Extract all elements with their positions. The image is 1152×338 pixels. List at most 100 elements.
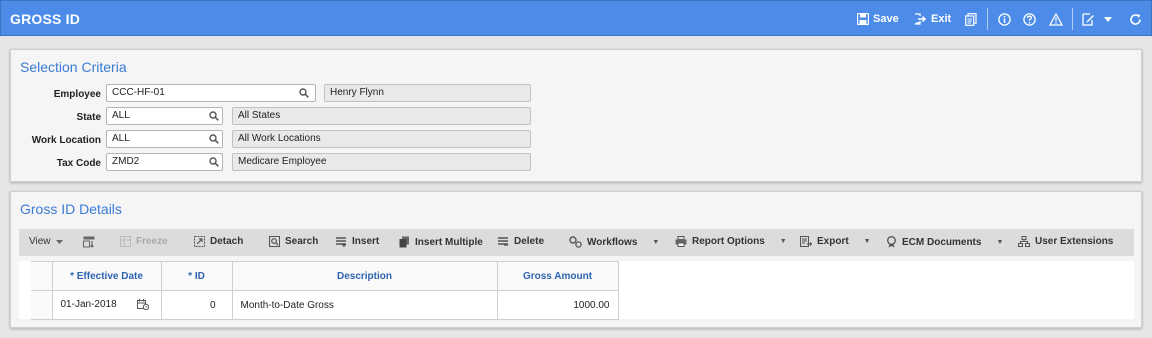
employee-label: Employee: [53, 89, 101, 100]
chevron-down-icon: [1104, 16, 1112, 22]
insert-multiple-button[interactable]: Insert Multiple: [399, 236, 483, 248]
selection-criteria-title: Selection Criteria: [20, 59, 127, 75]
search-icon[interactable]: [209, 157, 219, 167]
freeze-icon: [120, 236, 131, 247]
calendar-icon[interactable]: [137, 299, 150, 311]
report-options-label: Report Options: [692, 236, 765, 247]
refresh-button[interactable]: [1129, 1, 1142, 37]
detach-button[interactable]: Detach: [194, 236, 243, 247]
column-settings-button[interactable]: [83, 236, 95, 248]
column-header-gross-amount[interactable]: Gross Amount: [496, 261, 619, 291]
title-bar: GROSS ID Save Exit: [0, 0, 1152, 36]
tax-code-description: Medicare Employee: [232, 153, 531, 171]
help-button[interactable]: [1023, 1, 1036, 37]
tax-code-input[interactable]: ZMD2: [106, 153, 223, 171]
chevron-down-icon: [55, 239, 63, 244]
toolbar-divider: [987, 8, 988, 30]
ecm-documents-icon: [887, 236, 896, 248]
alert-icon: [1049, 12, 1063, 26]
refresh-icon: [1130, 13, 1141, 25]
column-header-effective-date[interactable]: * Effective Date: [51, 261, 162, 291]
insert-button[interactable]: Insert: [335, 236, 379, 247]
workflows-icon: [569, 236, 582, 248]
grid-toolbar: View Freeze Detach Search Insert Insert …: [19, 229, 1134, 256]
id-cell[interactable]: 0: [160, 290, 233, 320]
view-menu[interactable]: View: [29, 236, 63, 247]
exit-icon: [914, 13, 927, 25]
info-icon: [998, 12, 1011, 26]
edit-icon: [1082, 12, 1094, 26]
row-selector[interactable]: [31, 290, 53, 320]
delete-button[interactable]: Delete: [497, 236, 544, 247]
gross-id-table: * Effective Date * ID Description Gross …: [31, 261, 619, 320]
ecm-documents-label: ECM Documents: [902, 236, 982, 248]
printer-icon: [675, 236, 687, 247]
tax-code-label: Tax Code: [56, 158, 101, 169]
documents-button[interactable]: [965, 1, 977, 37]
table-header-row: * Effective Date * ID Description Gross …: [31, 261, 619, 291]
report-options-menu[interactable]: Report Options ▼: [675, 236, 787, 247]
insert-icon: [336, 237, 346, 247]
description-cell[interactable]: Month-to-Date Gross: [231, 290, 498, 320]
export-icon: [800, 236, 812, 247]
user-extensions-button[interactable]: User Extensions: [1018, 236, 1113, 247]
effective-date-cell[interactable]: 01-Jan-2018: [51, 290, 162, 320]
detach-icon: [194, 236, 205, 247]
save-label: Save: [873, 13, 899, 25]
search-label: Search: [285, 236, 319, 247]
user-extensions-icon: [1018, 236, 1030, 247]
toolbar-divider: [1072, 8, 1073, 30]
column-header-id[interactable]: * ID: [160, 261, 233, 291]
export-menu[interactable]: Export ▼: [800, 236, 871, 247]
chevron-down-icon: ▼: [779, 238, 787, 245]
detach-label: Detach: [210, 236, 244, 247]
user-extensions-label: User Extensions: [1035, 236, 1114, 247]
state-description: All States: [232, 107, 531, 125]
freeze-label: Freeze: [136, 236, 168, 247]
edit-menu-button[interactable]: [1082, 1, 1112, 37]
delete-icon: [498, 237, 508, 246]
gross-id-details-title: Gross ID Details: [20, 201, 122, 217]
gross-id-details-panel: Gross ID Details View Freeze Detach Sear…: [10, 191, 1142, 328]
state-input[interactable]: ALL: [106, 107, 223, 125]
insert-multiple-label: Insert Multiple: [415, 236, 483, 248]
column-settings-icon: [83, 236, 95, 248]
work-location-input[interactable]: ALL: [106, 130, 223, 148]
view-label: View: [29, 236, 51, 247]
help-icon: [1023, 12, 1036, 26]
page-title: GROSS ID: [10, 11, 81, 27]
search-icon[interactable]: [209, 111, 219, 121]
ecm-documents-menu[interactable]: ECM Documents ▼: [886, 236, 1003, 248]
freeze-button[interactable]: Freeze: [120, 236, 168, 247]
workflows-label: Workflows: [587, 236, 638, 248]
work-location-label: Work Location: [31, 135, 101, 146]
selection-criteria-panel: Selection Criteria Employee CCC-HF-01 He…: [10, 49, 1142, 182]
search-icon: [269, 236, 280, 247]
table-row[interactable]: 01-Jan-2018 0 Month-to-Date Gross 1000.0…: [31, 290, 619, 320]
search-icon[interactable]: [299, 88, 309, 98]
gross-amount-cell[interactable]: 1000.00: [496, 290, 619, 320]
search-button[interactable]: Search: [269, 236, 318, 247]
employee-input[interactable]: CCC-HF-01: [106, 84, 316, 102]
export-label: Export: [817, 236, 849, 247]
chevron-down-icon: ▼: [863, 238, 871, 245]
effective-date-value: 01-Jan-2018: [60, 299, 117, 311]
column-header-description[interactable]: Description: [231, 261, 498, 291]
alert-button[interactable]: [1049, 1, 1063, 37]
documents-icon: [965, 12, 977, 26]
workflows-menu[interactable]: Workflows ▼: [569, 236, 659, 248]
chevron-down-icon: ▼: [652, 238, 660, 246]
save-button[interactable]: Save: [857, 13, 899, 25]
state-label: State: [76, 112, 101, 123]
work-location-description: All Work Locations: [232, 130, 531, 148]
insert-multiple-icon: [399, 236, 409, 248]
save-icon: [857, 13, 869, 25]
exit-button[interactable]: Exit: [914, 13, 951, 25]
insert-label: Insert: [352, 236, 380, 247]
chevron-down-icon: ▼: [996, 238, 1004, 246]
delete-label: Delete: [514, 236, 545, 247]
info-button[interactable]: [998, 1, 1011, 37]
gross-id-grid: * Effective Date * ID Description Gross …: [19, 261, 1134, 320]
search-icon[interactable]: [209, 134, 219, 144]
exit-label: Exit: [931, 13, 952, 25]
